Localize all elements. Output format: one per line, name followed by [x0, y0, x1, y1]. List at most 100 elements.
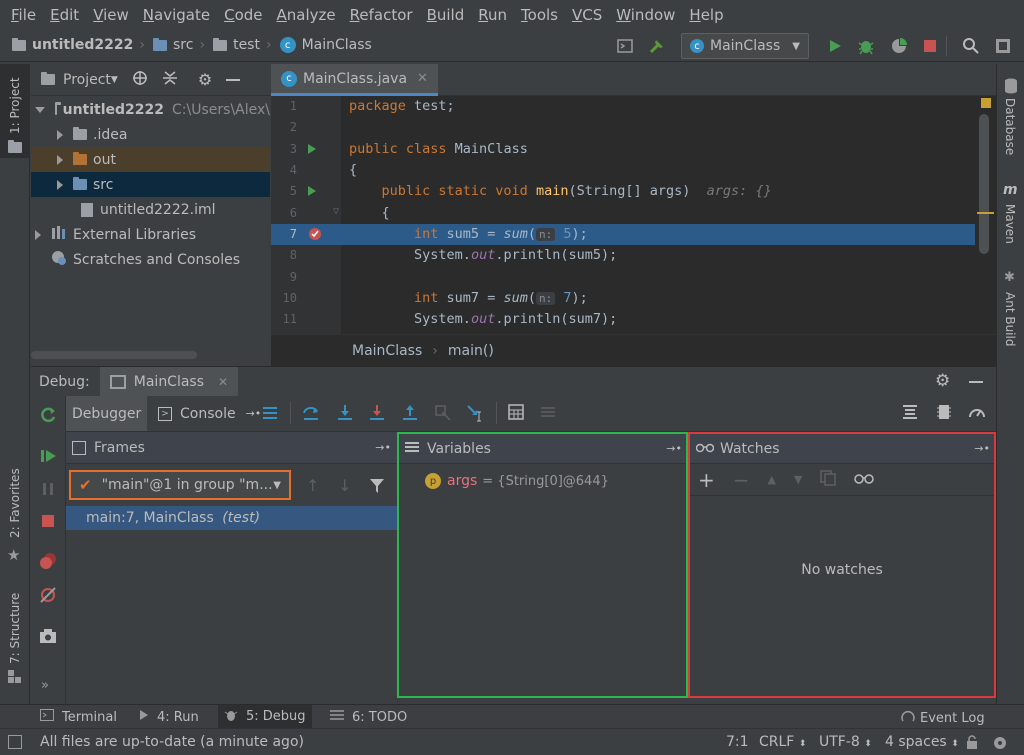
overhead-gauge-icon[interactable]: [968, 404, 986, 424]
more-icon[interactable]: »: [41, 678, 49, 693]
show-execution-point-icon[interactable]: [262, 405, 278, 425]
tree-item-iml[interactable]: untitled2222.iml: [31, 197, 270, 222]
restore-layout-icon[interactable]: [902, 404, 918, 424]
terminal-tool-button[interactable]: Terminal: [40, 709, 117, 725]
trace-stream-icon[interactable]: [540, 404, 556, 424]
chevron-down-icon[interactable]: ▼: [111, 75, 118, 85]
breadcrumb-test[interactable]: test ›: [213, 37, 272, 53]
minimize-icon[interactable]: [969, 381, 983, 383]
resume-icon[interactable]: [41, 448, 57, 468]
menu-edit[interactable]: Edit: [43, 0, 86, 30]
next-frame-icon[interactable]: ↓: [338, 476, 351, 495]
code-editor[interactable]: package test; public class MainClass { p…: [341, 96, 975, 334]
previous-frame-icon[interactable]: ↑: [306, 476, 319, 495]
view-breakpoints-icon[interactable]: [39, 552, 57, 574]
expand-arrow-icon[interactable]: [35, 106, 45, 113]
thread-selector[interactable]: ✔ "main"@1 in group "m... ▼: [69, 470, 291, 500]
menu-file[interactable]: File: [4, 0, 43, 30]
editor-error-stripe[interactable]: [975, 96, 996, 334]
evaluate-expression-icon[interactable]: [508, 404, 524, 424]
breadcrumb-method[interactable]: main(): [448, 343, 494, 359]
camera-snapshot-icon[interactable]: [39, 628, 57, 648]
build-hammer-icon[interactable]: [648, 37, 666, 55]
indent-select[interactable]: 4 spaces ⬍: [885, 734, 959, 750]
variable-row[interactable]: p args = {String[0]@644}: [425, 470, 609, 492]
menu-run[interactable]: Run: [471, 0, 514, 30]
pause-icon[interactable]: [41, 482, 55, 500]
stop-icon[interactable]: [41, 514, 55, 532]
menu-code[interactable]: Code: [217, 0, 269, 30]
memory-view-icon[interactable]: [936, 404, 952, 424]
warning-stripe-mark[interactable]: [977, 212, 994, 214]
breadcrumb-project[interactable]: untitled2222 ›: [12, 37, 145, 53]
drop-frame-icon[interactable]: [434, 404, 452, 426]
expand-arrow-icon[interactable]: [35, 229, 41, 240]
tab-debugger[interactable]: Debugger: [66, 396, 148, 431]
force-step-into-icon[interactable]: [368, 404, 386, 426]
pin-icon[interactable]: →•: [375, 441, 391, 454]
tree-item-scratches[interactable]: Scratches and Consoles: [31, 247, 270, 272]
debug-session-tab[interactable]: MainClass ✕: [99, 367, 239, 396]
menu-tools[interactable]: Tools: [514, 0, 565, 30]
run-gutter-icon[interactable]: [307, 143, 317, 158]
step-over-icon[interactable]: [302, 404, 320, 426]
stop-icon[interactable]: [921, 37, 939, 55]
inspector-icon[interactable]: [992, 734, 1008, 754]
expand-arrow-icon[interactable]: [57, 154, 63, 165]
breadcrumb-src[interactable]: src ›: [153, 37, 205, 53]
terminal-window-icon[interactable]: [616, 37, 634, 55]
project-view-select[interactable]: Project: [63, 72, 111, 88]
ant-build-tool-button[interactable]: ✱ Ant Build: [997, 268, 1024, 368]
tree-item-external-libraries[interactable]: External Libraries: [31, 222, 270, 247]
event-log-button[interactable]: Event Log: [900, 709, 985, 727]
project-tool-button[interactable]: 1: Project: [0, 64, 30, 158]
frame-list-item[interactable]: main:7, MainClass (test): [66, 506, 397, 530]
run-with-coverage-icon[interactable]: [890, 37, 908, 55]
editor-gutter[interactable]: 1 2 3 4 5 6 ▽ 7 8 9 10 11: [271, 96, 341, 334]
tree-item-project-root[interactable]: untitled2222 C:\Users\Alex\: [31, 97, 270, 122]
search-icon[interactable]: [962, 37, 980, 55]
run-icon[interactable]: [826, 37, 844, 55]
pin-tab-icon[interactable]: →•: [246, 407, 262, 420]
menu-window[interactable]: Window: [609, 0, 682, 30]
locate-target-icon[interactable]: [132, 70, 148, 90]
run-tool-button[interactable]: 4: Run: [139, 709, 199, 725]
step-into-icon[interactable]: [336, 404, 354, 426]
gear-icon[interactable]: ⚙: [198, 70, 212, 89]
menu-analyze[interactable]: Analyze: [270, 0, 343, 30]
expand-arrow-icon[interactable]: [57, 129, 63, 140]
remove-watch-icon[interactable]: −: [733, 468, 750, 492]
rerun-icon[interactable]: [39, 406, 57, 428]
favorites-tool-button[interactable]: 2: Favorites ★: [0, 468, 30, 574]
toggle-tool-windows-icon[interactable]: [8, 735, 22, 749]
maven-tool-button[interactable]: m Maven: [997, 178, 1024, 258]
breakpoint-icon[interactable]: [308, 227, 322, 244]
menu-help[interactable]: Help: [682, 0, 730, 30]
lock-icon[interactable]: [966, 735, 978, 753]
close-icon[interactable]: ✕: [218, 375, 228, 389]
line-separator-select[interactable]: CRLF ⬍: [759, 734, 806, 750]
breadcrumb-class[interactable]: MainClass: [352, 343, 422, 359]
filter-icon[interactable]: [369, 478, 385, 498]
run-to-cursor-icon[interactable]: [466, 404, 484, 426]
warning-indicator-icon[interactable]: [981, 98, 991, 108]
pin-icon[interactable]: →•: [974, 442, 990, 455]
close-icon[interactable]: ✕: [417, 71, 428, 86]
editor-tab-mainclass[interactable]: c MainClass.java ✕: [271, 64, 438, 96]
minimize-icon[interactable]: [226, 78, 241, 81]
move-up-icon[interactable]: ▲: [768, 473, 776, 486]
debug-bug-icon[interactable]: [857, 37, 875, 55]
menu-view[interactable]: View: [86, 0, 136, 30]
add-watch-icon[interactable]: +: [698, 468, 715, 492]
collapse-all-icon[interactable]: [162, 70, 178, 90]
show-watches-glasses-icon[interactable]: [854, 472, 875, 488]
breadcrumb-mainclass[interactable]: c MainClass: [279, 37, 372, 53]
caret-position[interactable]: 7:1: [726, 734, 749, 750]
debug-tool-button[interactable]: 5: Debug: [218, 705, 312, 728]
fold-icon[interactable]: ▽: [333, 206, 339, 217]
structure-tool-button[interactable]: 7: Structure: [0, 593, 30, 694]
horizontal-scrollbar[interactable]: [31, 351, 197, 359]
pin-icon[interactable]: →•: [666, 442, 682, 455]
mute-breakpoints-icon[interactable]: [39, 586, 57, 608]
tree-item-out[interactable]: out: [31, 147, 270, 172]
